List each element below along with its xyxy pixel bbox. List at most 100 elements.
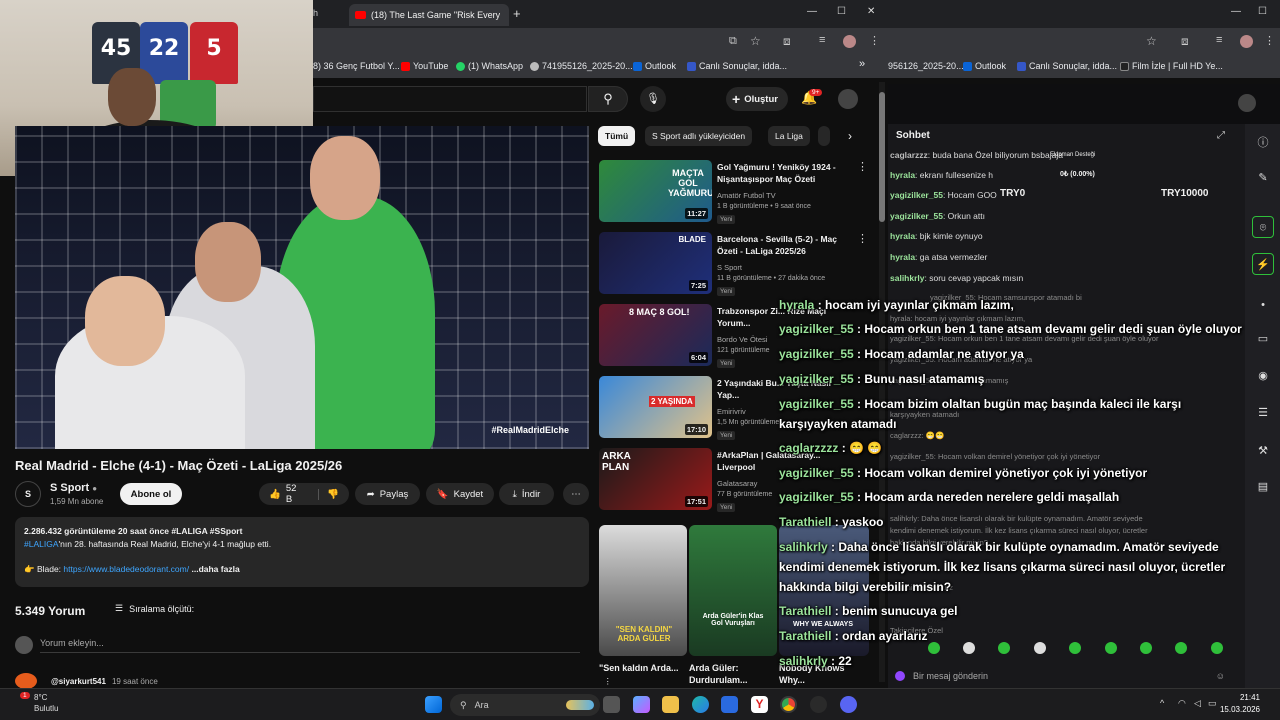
folder-icon[interactable]: ▤ <box>1252 476 1274 498</box>
bookmarks-overflow[interactable]: » <box>859 58 865 70</box>
bookmark-whatsapp[interactable]: (1) WhatsApp <box>456 61 523 71</box>
channel-name[interactable]: Emirivriv <box>717 407 746 416</box>
video-thumbnail[interactable]: 2 YAŞINDA 17:10 <box>599 376 712 438</box>
sponsor-link[interactable]: https://www.bladedeodorant.com/ <box>63 564 189 574</box>
chat-message-input[interactable]: Bir mesaj gönderin ☺ <box>895 666 1225 686</box>
menu-icon[interactable]: ⋮ <box>869 34 880 47</box>
emote-icon[interactable] <box>1105 642 1117 654</box>
tray-chevron-icon[interactable]: ^ <box>1160 698 1164 708</box>
share-button[interactable]: ➦ Paylaş <box>355 483 420 505</box>
bookmark-item[interactable]: 8) 36 Genç Futbol Y... <box>313 61 400 71</box>
video-thumbnail[interactable]: BLADE 7:25 <box>599 232 712 294</box>
subscribe-button[interactable]: Abone ol <box>120 483 182 505</box>
thumbs-down-icon[interactable]: 👎 <box>318 488 339 500</box>
short-thumbnail[interactable]: "SEN KALDIN" ARDA GÜLER <box>599 525 687 656</box>
emote-icon[interactable] <box>1034 642 1046 654</box>
chip-all[interactable]: Tümü <box>598 126 636 146</box>
info-icon[interactable]: ⓘ <box>1252 132 1274 154</box>
search-input[interactable] <box>313 86 587 112</box>
bookmark-item[interactable]: 741955126_2025-20... <box>530 61 633 71</box>
new-tab-button[interactable]: + <box>513 6 521 21</box>
bolt-icon[interactable]: ⚡ <box>1252 253 1274 275</box>
broadcast-icon[interactable]: ◉ <box>1252 365 1274 387</box>
file-explorer-icon[interactable] <box>662 696 679 713</box>
chat-username[interactable]: hyrala <box>890 170 915 180</box>
emote-icon[interactable] <box>1211 642 1223 654</box>
menu-icon[interactable]: ⋮ <box>1264 34 1275 47</box>
yandex-icon[interactable]: Y <box>751 696 768 713</box>
bookmark-item[interactable]: Film İzle | Full HD Ye... <box>1120 61 1223 71</box>
emote-icon[interactable] <box>963 642 975 654</box>
discord-icon[interactable] <box>840 696 857 713</box>
star-icon[interactable]: ☆ <box>750 34 761 48</box>
taskbar-clock[interactable]: 21:41 15.03.2026 <box>1220 692 1260 716</box>
maximize-button[interactable]: ☐ <box>837 6 846 17</box>
add-comment-input[interactable]: Yorum ekleyin... <box>40 638 580 653</box>
battery-icon[interactable]: ▭ <box>1208 698 1217 709</box>
more-dots-icon[interactable]: ⋮ <box>857 160 868 173</box>
emote-icon[interactable] <box>1140 642 1152 654</box>
show-more-link[interactable]: ...daha fazla <box>191 564 239 574</box>
more-actions-button[interactable]: ⋯ <box>563 483 589 505</box>
recommendation-item[interactable]: BLADE 7:25 Barcelona - Sevilla (5-2) - M… <box>599 232 869 298</box>
description-box[interactable]: 2.286.432 görüntüleme 20 saat önce #LALI… <box>15 517 589 587</box>
video-thumbnail[interactable]: ARKA PLAN 17:51 <box>599 448 712 510</box>
bookmark-item[interactable]: 956126_2025-20... <box>888 61 964 71</box>
video-player[interactable]: #RealMadridElche <box>15 126 589 449</box>
chat-username[interactable]: caglarzzz <box>890 150 928 160</box>
channel-name[interactable]: S Sport ● <box>50 482 97 494</box>
prev-tab-fragment[interactable]: h <box>313 8 318 18</box>
emoji-icon[interactable]: ☺ <box>1216 671 1225 681</box>
edge-icon[interactable] <box>692 696 709 713</box>
extensions-icon[interactable]: ⧈ <box>1181 34 1189 49</box>
task-view-icon[interactable] <box>603 696 620 713</box>
extensions-icon[interactable]: ⧈ <box>783 34 791 49</box>
copilot-icon[interactable] <box>633 696 650 713</box>
camera-icon[interactable]: ⌾ <box>1252 216 1274 238</box>
comment-author[interactable]: @siyarkurt541 <box>51 677 106 686</box>
channel-name[interactable]: Galatasaray <box>717 479 757 488</box>
scrollbar-thumb[interactable] <box>879 92 885 222</box>
more-dots-icon[interactable]: ⋮ <box>857 232 868 245</box>
wrench-icon[interactable]: ⚒ <box>1252 440 1274 462</box>
active-tab[interactable]: (18) The Last Game "Risk Every <box>349 4 509 26</box>
edit-icon[interactable]: ✎ <box>1252 167 1274 189</box>
chip-la-liga[interactable]: La Liga <box>768 126 810 146</box>
comment-more-icon[interactable]: ⋮ <box>604 677 612 686</box>
download-button[interactable]: ⤓ İndir <box>499 483 554 505</box>
create-button[interactable]: + Oluştur <box>726 87 788 111</box>
short-title[interactable]: Arda Güler: Durdurulam... <box>689 662 769 686</box>
popout-icon[interactable]: ⤢ <box>1217 130 1225 141</box>
chat-username[interactable]: yagizilker_55 <box>890 190 943 200</box>
chat-username[interactable]: hyrala <box>890 231 915 241</box>
video-thumbnail[interactable]: MAÇTA GOL YAĞMURU 11:27 <box>599 160 712 222</box>
short-title[interactable]: "Sen kaldın Arda... <box>599 662 679 674</box>
chip-uploader[interactable]: S Sport adlı yükleyiciden <box>645 126 753 146</box>
maximize-button[interactable]: ☐ <box>1258 6 1267 17</box>
short-thumbnail[interactable]: Arda Güler'in Klas Gol Vuruşları <box>689 525 777 656</box>
chrome-icon[interactable] <box>780 696 797 713</box>
emote-icon[interactable] <box>928 642 940 654</box>
weather-widget[interactable]: 8°C Bulutlu <box>20 692 58 714</box>
emote-icon[interactable] <box>1069 642 1081 654</box>
dot-icon[interactable]: • <box>1252 294 1274 316</box>
minimize-button[interactable]: — <box>1231 6 1241 17</box>
bookmark-youtube[interactable]: YouTube <box>401 61 448 71</box>
mic-button[interactable]: 🎙 <box>640 86 666 112</box>
taskbar-search[interactable]: ⚲ Ara <box>450 694 600 716</box>
wifi-icon[interactable]: ◠ <box>1178 698 1186 709</box>
account-avatar[interactable] <box>1238 94 1256 112</box>
bookmark-item[interactable]: Canlı Sonuçlar, idda... <box>687 61 787 71</box>
profile-avatar[interactable] <box>1240 35 1253 48</box>
account-avatar[interactable] <box>838 89 858 109</box>
emote-icon[interactable] <box>1175 642 1187 654</box>
windows-start-icon[interactable] <box>425 696 442 713</box>
channel-name[interactable]: Amatör Futbol TV <box>717 191 776 200</box>
chat-username[interactable]: yagizilker_55 <box>890 211 943 221</box>
video-title[interactable]: Barcelona - Sevilla (5-2) - Maç Özeti - … <box>717 233 853 257</box>
like-button[interactable]: 👍 52 B 👎 <box>259 483 349 505</box>
store-icon[interactable] <box>721 696 738 713</box>
emote-icon[interactable] <box>998 642 1010 654</box>
star-icon[interactable]: ☆ <box>1146 34 1157 48</box>
commenter-avatar[interactable] <box>15 673 37 689</box>
